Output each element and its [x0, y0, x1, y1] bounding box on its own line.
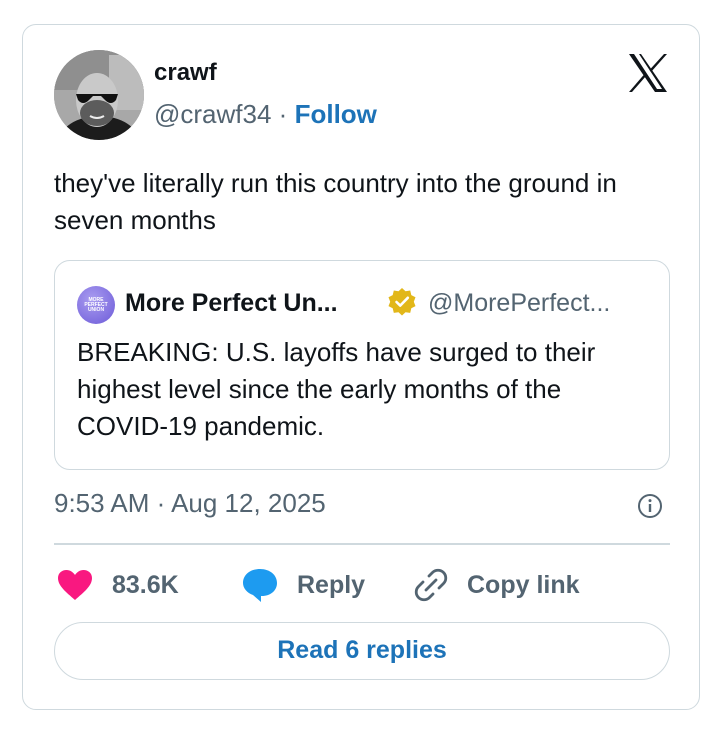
author-display-name[interactable]: crawf — [154, 59, 217, 87]
quoted-tweet-card[interactable]: MORE PERFECT UNION More Perfect Un... @M… — [54, 260, 670, 470]
copy-link-label: Copy link — [467, 570, 580, 599]
read-replies-button[interactable]: Read 6 replies — [54, 622, 670, 680]
quoted-author-handle: @MorePerfect... — [428, 289, 611, 317]
author-avatar[interactable] — [54, 50, 144, 140]
like-button[interactable]: 83.6K — [56, 565, 179, 605]
like-count: 83.6K — [112, 570, 179, 599]
quoted-author-avatar: MORE PERFECT UNION — [77, 286, 115, 324]
handle-separator: · — [278, 99, 288, 129]
divider — [54, 543, 670, 545]
link-icon — [414, 568, 448, 602]
reply-label: Reply — [297, 570, 366, 599]
speech-bubble-icon — [243, 569, 277, 602]
quoted-tweet-text: BREAKING: U.S. layoffs have surged to th… — [77, 337, 596, 441]
follow-button[interactable]: Follow — [295, 99, 377, 129]
author-handle-row: @crawf34 · Follow — [154, 99, 377, 130]
x-logo-icon[interactable] — [626, 51, 670, 95]
tweet-timestamp[interactable]: 9:53 AM · Aug 12, 2025 — [54, 488, 326, 519]
tweet-embed-card: crawf @crawf34 · Follow they've literall… — [22, 24, 700, 710]
verified-badge-icon — [387, 287, 417, 317]
author-handle[interactable]: @crawf34 — [154, 99, 271, 129]
avatar-photo — [54, 50, 144, 140]
heart-icon — [58, 570, 92, 600]
copy-link-button[interactable]: Copy link — [413, 565, 580, 605]
quoted-author-name: More Perfect Un... — [125, 289, 338, 317]
tweet-text: they've literally run this country into … — [54, 168, 617, 235]
avatar-text-line-3: UNION — [87, 307, 105, 313]
info-icon[interactable] — [636, 492, 664, 520]
reply-button[interactable]: Reply — [241, 565, 365, 605]
